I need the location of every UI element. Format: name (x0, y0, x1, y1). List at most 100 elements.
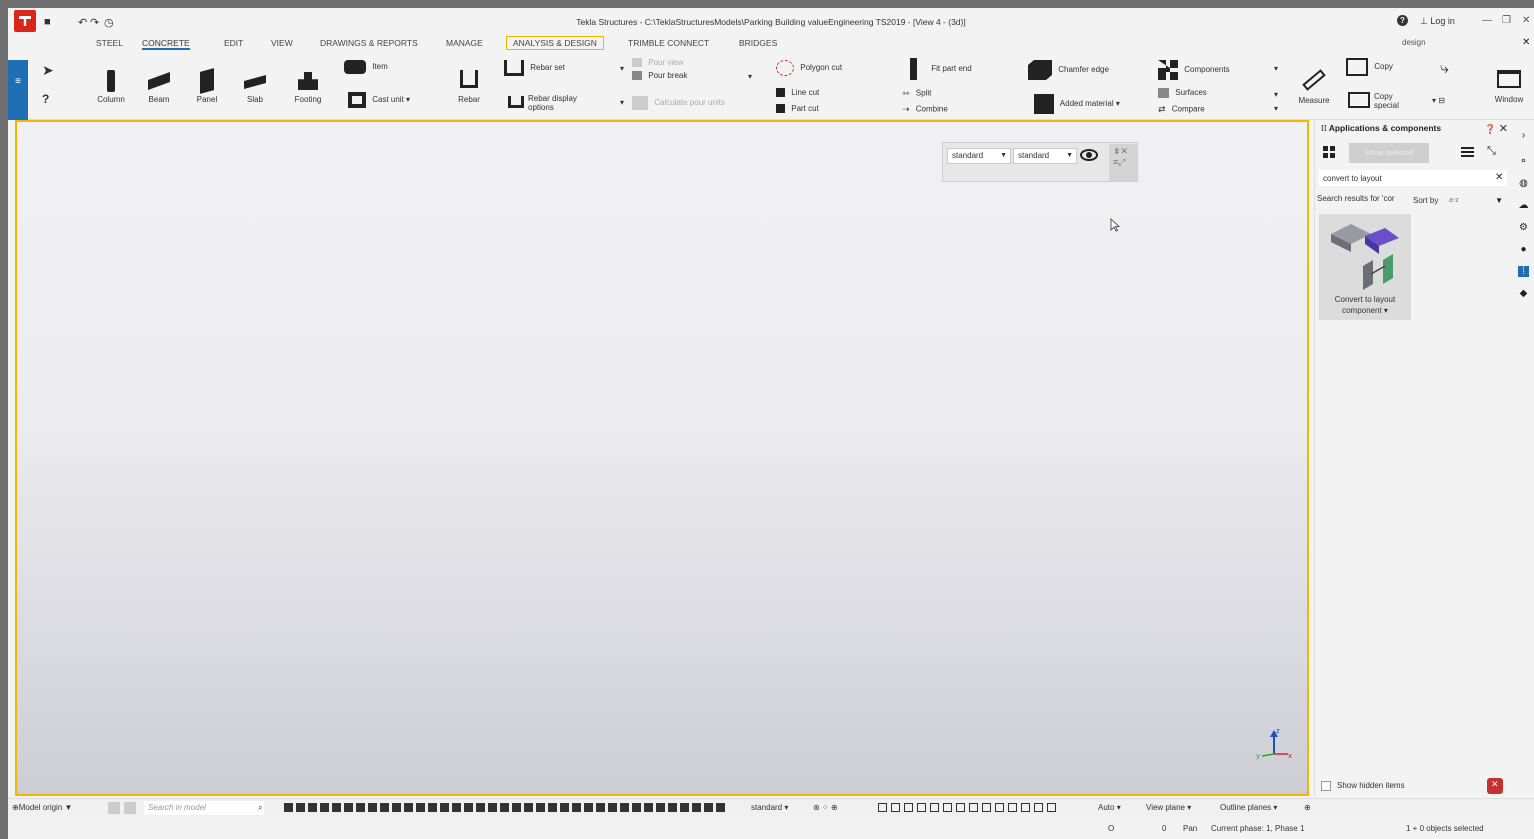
help-icon[interactable]: ? (1397, 15, 1408, 26)
polygon-cut-button[interactable]: Polygon cut (776, 60, 842, 76)
rebar-display-options-button[interactable]: Rebar display options (508, 94, 608, 112)
slab-button[interactable]: Slab (240, 70, 270, 104)
footing-button[interactable]: Footing (291, 70, 325, 104)
close-window-icon[interactable]: ✕ (1522, 15, 1530, 26)
show-hidden-checkbox[interactable] (1321, 781, 1331, 791)
tag-icon[interactable]: ◆ (1518, 288, 1529, 299)
selection-filter-dropdown[interactable]: standard ▾ (751, 803, 788, 812)
rebar-button[interactable]: Rebar (454, 70, 484, 104)
fit-part-end-button[interactable]: Fit part end (910, 58, 972, 80)
auto-dropdown[interactable]: Auto ▾ (1098, 803, 1121, 812)
globe-icon[interactable]: ◍ (1518, 178, 1529, 189)
pin-icon[interactable]: ⇟ (1113, 146, 1121, 156)
login-button[interactable]: ⊥ Log in (1420, 16, 1455, 27)
fit-part-end-label: Fit part end (931, 64, 972, 74)
pour-view-label: Pour view (648, 58, 684, 67)
svg-text:z: z (1276, 727, 1280, 735)
selection-switches[interactable] (284, 803, 728, 813)
components-button[interactable]: Components (1158, 60, 1230, 80)
move-special-icon[interactable]: ▾ ⊟ (1432, 96, 1445, 105)
tab-analysis-design[interactable]: ANALYSIS & DESIGN (506, 36, 604, 50)
rebar-set-button[interactable]: Rebar set (504, 60, 565, 76)
tab-concrete[interactable]: CONCRETE (142, 38, 190, 50)
cast-unit-button[interactable]: Cast unit ▾ (348, 92, 410, 108)
calculate-pour-units-button[interactable]: Calculate pour units (632, 96, 725, 110)
panel-close-icon[interactable]: ✕ (1499, 123, 1508, 135)
panel-help-icon[interactable]: ❓ (1485, 124, 1496, 134)
tab-edit[interactable]: EDIT (224, 38, 243, 48)
tab-steel[interactable]: STEEL (96, 38, 123, 48)
chamfer-edge-button[interactable]: Chamfer edge (1028, 60, 1109, 80)
window-button[interactable]: Window (1490, 70, 1528, 104)
compare-button[interactable]: ⇄ Compare (1158, 104, 1205, 115)
side-menu-button[interactable]: ≡ (8, 60, 28, 120)
surfaces-button[interactable]: Surfaces (1158, 88, 1207, 98)
clear-search-icon[interactable]: ✕ (1495, 172, 1503, 183)
tab-manage[interactable]: MANAGE (446, 38, 483, 48)
tab-trimble-connect[interactable]: TRIMBLE CONNECT (628, 38, 709, 48)
show-hidden-label: Show hidden items (1337, 781, 1405, 790)
model-origin-dropdown[interactable]: ⊕Model origin ▼ (12, 803, 72, 812)
added-material-button[interactable]: Added material ▾ (1034, 94, 1120, 114)
measure-button[interactable]: Measure (1294, 69, 1334, 105)
move-icon[interactable]: ⤷ (1440, 60, 1449, 78)
select-arrow-icon[interactable]: ➤ (42, 62, 54, 79)
tab-bridges[interactable]: BRIDGES (739, 38, 777, 48)
tab-view[interactable]: VIEW (271, 38, 293, 48)
split-button[interactable]: ⇿ Split (902, 88, 931, 99)
quick-launch-close-icon[interactable]: ✕ (1522, 37, 1530, 48)
expand-icon[interactable]: ⤢ (1118, 157, 1125, 167)
search-icon[interactable]: ⌕ (258, 803, 262, 813)
sort-select[interactable]: a-z ▼ (1445, 193, 1507, 209)
snap-switches[interactable] (878, 803, 1060, 813)
view-filter-select-1[interactable]: standard ▼ (947, 148, 1011, 164)
cloud-icon[interactable]: ☁ (1518, 200, 1529, 211)
restore-icon[interactable]: ❐ (1502, 15, 1511, 26)
model-search-input[interactable]: Search in model (144, 801, 264, 815)
item-button[interactable]: Item (344, 60, 388, 74)
close-icon[interactable]: ✕ (1121, 146, 1129, 156)
window-label: Window (1494, 95, 1524, 104)
view-filter-select-2[interactable]: standard ▼ (1013, 148, 1077, 164)
panel-button[interactable]: Panel (192, 68, 222, 104)
applications-icon[interactable]: ⁞ (1518, 266, 1529, 277)
grid-view-icon[interactable] (1323, 146, 1335, 158)
mouse-cursor-icon (1110, 218, 1120, 232)
combine-button[interactable]: ⇢ Combine (902, 104, 948, 115)
pour-view-button[interactable]: Pour view (632, 58, 684, 68)
show-selected-button[interactable]: Show selected (1349, 143, 1429, 163)
eye-icon[interactable] (1080, 149, 1098, 161)
model-viewport[interactable]: standard ▼ standard ▼ ⇟✕ ≡⤢ z x y (15, 120, 1309, 796)
collapse-panel-icon[interactable]: ⤡ (1487, 145, 1496, 158)
view-plane-dropdown[interactable]: View plane ▾ (1146, 803, 1191, 812)
copy-button[interactable]: Copy (1346, 58, 1393, 76)
catalog-icon[interactable]: ● (1518, 244, 1529, 255)
pour-break-button[interactable]: Pour break (632, 71, 687, 81)
minimize-icon[interactable]: — (1482, 15, 1492, 26)
card-label-text: Convert to layout component (1334, 295, 1396, 315)
convert-to-layout-component-card[interactable]: Convert to layout component ▾ (1319, 214, 1411, 320)
sort-value: a-z (1449, 197, 1459, 204)
tab-drawings-reports[interactable]: DRAWINGS & REPORTS (320, 38, 418, 48)
expand-side-pane-icon[interactable]: › (1518, 130, 1529, 141)
close-red-icon[interactable] (1487, 778, 1503, 794)
column-button[interactable]: Column (94, 70, 128, 104)
view-toolbar-controls[interactable]: ⇟✕ ≡⤢ (1109, 144, 1137, 181)
snap-settings-icon[interactable]: ⊛ ⁘ ⊕ (813, 803, 838, 812)
line-cut-button[interactable]: Line cut (776, 88, 819, 98)
card-label: Convert to layout component ▾ (1334, 295, 1396, 315)
beam-button[interactable]: Beam (144, 70, 174, 104)
gear-icon[interactable]: ⚙ (1518, 222, 1529, 233)
outline-planes-dropdown[interactable]: Outline planes ▾ (1220, 803, 1277, 812)
copy-special-button[interactable]: Copy special (1348, 92, 1408, 110)
workplane-icon[interactable] (108, 802, 120, 814)
selection-count: 1 + 0 objects selected (1406, 824, 1484, 833)
component-search-input[interactable] (1319, 170, 1507, 186)
visibility-icon[interactable]: ⊕ (1304, 803, 1311, 812)
workplane-alt-icon[interactable] (124, 802, 136, 814)
query-icon[interactable]: ? (42, 92, 49, 106)
hamburger-menu-icon[interactable] (1461, 147, 1474, 157)
part-cut-button[interactable]: Part cut (776, 104, 819, 114)
properties-icon[interactable]: ⚬ (1518, 156, 1529, 167)
quick-launch-field[interactable]: design (1390, 36, 1510, 50)
